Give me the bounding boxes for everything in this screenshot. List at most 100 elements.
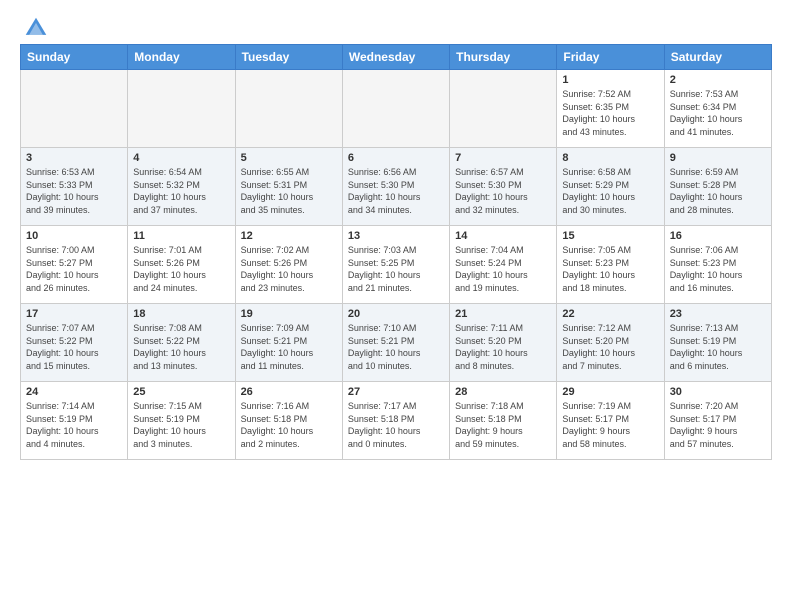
calendar-day-cell: 16 Sunrise: 7:06 AM Sunset: 5:23 PM Dayli…: [664, 226, 771, 304]
logo-icon: [24, 16, 48, 40]
calendar-day-cell: 28 Sunrise: 7:18 AM Sunset: 5:18 PM Dayli…: [450, 382, 557, 460]
calendar-day-cell: 3Sunrise: 6:53 AM Sunset: 5:33 PM Daylig…: [21, 148, 128, 226]
calendar-day-cell: 23 Sunrise: 7:13 AM Sunset: 5:19 PM Dayli…: [664, 304, 771, 382]
calendar-day-cell: [342, 70, 449, 148]
calendar-day-cell: 2 Sunrise: 7:53 AM Sunset: 6:34 PM Daylig…: [664, 70, 771, 148]
calendar-day-cell: [21, 70, 128, 148]
calendar-day-cell: 1 Sunrise: 7:52 AM Sunset: 6:35 PM Daylig…: [557, 70, 664, 148]
day-number: 5: [241, 152, 337, 164]
day-number: 15: [562, 230, 658, 242]
day-info: Sunrise: 7:14 AM Sunset: 5:19 PM Dayligh…: [26, 400, 122, 450]
calendar-day-cell: 25Sunrise: 7:15 AM Sunset: 5:19 PM Dayli…: [128, 382, 235, 460]
calendar-day-cell: 13 Sunrise: 7:03 AM Sunset: 5:25 PM Dayli…: [342, 226, 449, 304]
calendar-header-row: SundayMondayTuesdayWednesdayThursdayFrid…: [21, 45, 772, 70]
calendar-day-cell: 19 Sunrise: 7:09 AM Sunset: 5:21 PM Dayli…: [235, 304, 342, 382]
day-info: Sunrise: 7:18 AM Sunset: 5:18 PM Dayligh…: [455, 400, 551, 450]
logo: [20, 16, 48, 36]
day-number: 26: [241, 386, 337, 398]
weekday-header: Friday: [557, 45, 664, 70]
day-info: Sunrise: 7:02 AM Sunset: 5:26 PM Dayligh…: [241, 244, 337, 294]
logo-text: [20, 16, 48, 40]
day-number: 20: [348, 308, 444, 320]
day-info: Sunrise: 7:11 AM Sunset: 5:20 PM Dayligh…: [455, 322, 551, 372]
header: [20, 16, 772, 36]
page: SundayMondayTuesdayWednesdayThursdayFrid…: [0, 0, 792, 612]
day-number: 1: [562, 74, 658, 86]
weekday-header: Monday: [128, 45, 235, 70]
day-info: Sunrise: 7:12 AM Sunset: 5:20 PM Dayligh…: [562, 322, 658, 372]
day-info: Sunrise: 7:01 AM Sunset: 5:26 PM Dayligh…: [133, 244, 229, 294]
calendar-day-cell: 7 Sunrise: 6:57 AM Sunset: 5:30 PM Daylig…: [450, 148, 557, 226]
day-number: 4: [133, 152, 229, 164]
day-number: 6: [348, 152, 444, 164]
day-info: Sunrise: 7:00 AM Sunset: 5:27 PM Dayligh…: [26, 244, 122, 294]
day-info: Sunrise: 6:54 AM Sunset: 5:32 PM Dayligh…: [133, 166, 229, 216]
calendar-day-cell: 30 Sunrise: 7:20 AM Sunset: 5:17 PM Dayli…: [664, 382, 771, 460]
calendar-day-cell: 15 Sunrise: 7:05 AM Sunset: 5:23 PM Dayli…: [557, 226, 664, 304]
day-number: 3: [26, 152, 122, 164]
day-number: 22: [562, 308, 658, 320]
calendar-day-cell: [450, 70, 557, 148]
calendar-day-cell: 14 Sunrise: 7:04 AM Sunset: 5:24 PM Dayli…: [450, 226, 557, 304]
calendar-day-cell: 4 Sunrise: 6:54 AM Sunset: 5:32 PM Daylig…: [128, 148, 235, 226]
day-info: Sunrise: 6:57 AM Sunset: 5:30 PM Dayligh…: [455, 166, 551, 216]
weekday-header: Sunday: [21, 45, 128, 70]
day-number: 8: [562, 152, 658, 164]
calendar-day-cell: 11 Sunrise: 7:01 AM Sunset: 5:26 PM Dayli…: [128, 226, 235, 304]
day-info: Sunrise: 6:56 AM Sunset: 5:30 PM Dayligh…: [348, 166, 444, 216]
day-number: 13: [348, 230, 444, 242]
day-number: 19: [241, 308, 337, 320]
calendar-day-cell: 22 Sunrise: 7:12 AM Sunset: 5:20 PM Dayli…: [557, 304, 664, 382]
calendar-day-cell: 26 Sunrise: 7:16 AM Sunset: 5:18 PM Dayli…: [235, 382, 342, 460]
day-info: Sunrise: 6:55 AM Sunset: 5:31 PM Dayligh…: [241, 166, 337, 216]
day-info: Sunrise: 7:16 AM Sunset: 5:18 PM Dayligh…: [241, 400, 337, 450]
day-info: Sunrise: 7:09 AM Sunset: 5:21 PM Dayligh…: [241, 322, 337, 372]
day-info: Sunrise: 7:03 AM Sunset: 5:25 PM Dayligh…: [348, 244, 444, 294]
calendar-week-row: 24 Sunrise: 7:14 AM Sunset: 5:19 PM Dayli…: [21, 382, 772, 460]
day-info: Sunrise: 7:13 AM Sunset: 5:19 PM Dayligh…: [670, 322, 766, 372]
day-number: 14: [455, 230, 551, 242]
day-number: 7: [455, 152, 551, 164]
day-number: 21: [455, 308, 551, 320]
day-number: 9: [670, 152, 766, 164]
calendar-day-cell: 21 Sunrise: 7:11 AM Sunset: 5:20 PM Dayli…: [450, 304, 557, 382]
weekday-header: Tuesday: [235, 45, 342, 70]
day-number: 11: [133, 230, 229, 242]
day-info: Sunrise: 7:04 AM Sunset: 5:24 PM Dayligh…: [455, 244, 551, 294]
calendar-day-cell: 5 Sunrise: 6:55 AM Sunset: 5:31 PM Daylig…: [235, 148, 342, 226]
day-number: 23: [670, 308, 766, 320]
calendar-day-cell: 27 Sunrise: 7:17 AM Sunset: 5:18 PM Dayli…: [342, 382, 449, 460]
calendar-day-cell: 12 Sunrise: 7:02 AM Sunset: 5:26 PM Dayli…: [235, 226, 342, 304]
day-info: Sunrise: 7:53 AM Sunset: 6:34 PM Dayligh…: [670, 88, 766, 138]
day-number: 24: [26, 386, 122, 398]
day-number: 10: [26, 230, 122, 242]
calendar-day-cell: 29Sunrise: 7:19 AM Sunset: 5:17 PM Dayli…: [557, 382, 664, 460]
day-number: 30: [670, 386, 766, 398]
calendar-week-row: 1 Sunrise: 7:52 AM Sunset: 6:35 PM Daylig…: [21, 70, 772, 148]
weekday-header: Thursday: [450, 45, 557, 70]
day-info: Sunrise: 7:07 AM Sunset: 5:22 PM Dayligh…: [26, 322, 122, 372]
day-info: Sunrise: 7:06 AM Sunset: 5:23 PM Dayligh…: [670, 244, 766, 294]
day-info: Sunrise: 6:59 AM Sunset: 5:28 PM Dayligh…: [670, 166, 766, 216]
weekday-header: Wednesday: [342, 45, 449, 70]
day-number: 2: [670, 74, 766, 86]
calendar-week-row: 10 Sunrise: 7:00 AM Sunset: 5:27 PM Dayli…: [21, 226, 772, 304]
day-info: Sunrise: 7:20 AM Sunset: 5:17 PM Dayligh…: [670, 400, 766, 450]
day-number: 28: [455, 386, 551, 398]
calendar-day-cell: 6 Sunrise: 6:56 AM Sunset: 5:30 PM Daylig…: [342, 148, 449, 226]
day-number: 12: [241, 230, 337, 242]
day-number: 16: [670, 230, 766, 242]
calendar-day-cell: [235, 70, 342, 148]
day-info: Sunrise: 7:52 AM Sunset: 6:35 PM Dayligh…: [562, 88, 658, 138]
day-info: Sunrise: 7:17 AM Sunset: 5:18 PM Dayligh…: [348, 400, 444, 450]
calendar-day-cell: 17 Sunrise: 7:07 AM Sunset: 5:22 PM Dayli…: [21, 304, 128, 382]
calendar-day-cell: 20 Sunrise: 7:10 AM Sunset: 5:21 PM Dayli…: [342, 304, 449, 382]
day-info: Sunrise: 7:05 AM Sunset: 5:23 PM Dayligh…: [562, 244, 658, 294]
day-info: Sunrise: 6:58 AM Sunset: 5:29 PM Dayligh…: [562, 166, 658, 216]
day-number: 27: [348, 386, 444, 398]
day-info: Sunrise: 7:19 AM Sunset: 5:17 PM Dayligh…: [562, 400, 658, 450]
day-number: 17: [26, 308, 122, 320]
calendar-day-cell: 9 Sunrise: 6:59 AM Sunset: 5:28 PM Daylig…: [664, 148, 771, 226]
day-number: 25: [133, 386, 229, 398]
day-info: Sunrise: 7:10 AM Sunset: 5:21 PM Dayligh…: [348, 322, 444, 372]
